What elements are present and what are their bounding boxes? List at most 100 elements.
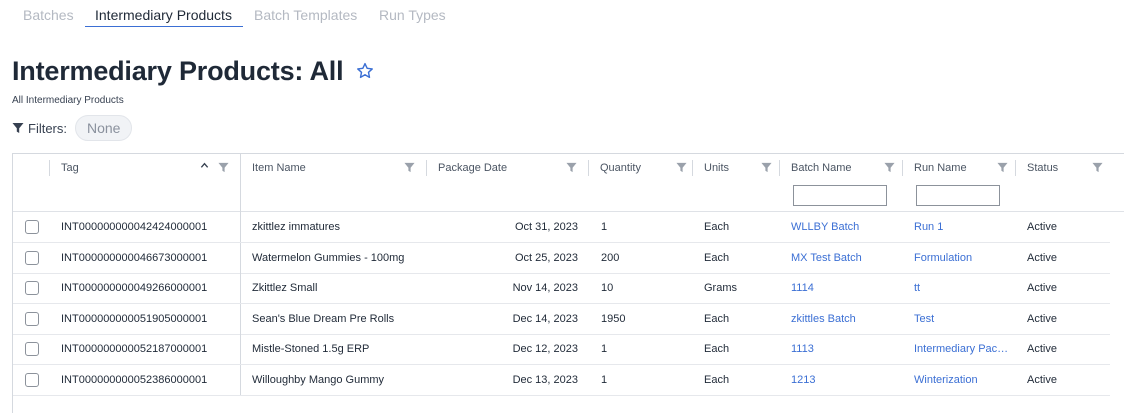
filter-chip[interactable]: None — [75, 115, 133, 141]
tab-run-types[interactable]: Run Types — [379, 7, 446, 23]
column-header-tag[interactable]: Tag — [50, 154, 240, 211]
column-header-package-date[interactable]: Package Date — [427, 154, 588, 211]
funnel-icon — [12, 123, 24, 133]
cell-package-date: Dec 12, 2023 — [512, 343, 578, 355]
column-filter-icon[interactable] — [676, 162, 687, 173]
cell-status: Active — [1027, 374, 1057, 386]
column-label-package-date: Package Date — [438, 162, 508, 174]
table-row[interactable]: INT000000000051905000001 Sean's Blue Dre… — [13, 304, 1110, 335]
column-header-quantity[interactable]: Quantity — [589, 154, 692, 211]
table-row[interactable]: INT000000000049266000001 Zkittlez Small … — [13, 273, 1110, 304]
tab-batch-templates[interactable]: Batch Templates — [254, 7, 357, 23]
column-header-units[interactable]: Units — [693, 154, 779, 211]
cell-units: Each — [704, 374, 730, 386]
column-filter-icon[interactable] — [566, 162, 577, 173]
filters-label: Filters: — [28, 120, 67, 136]
table-row[interactable]: INT000000000042424000001 zkittlez immatu… — [13, 212, 1110, 243]
cell-tag: INT000000000051905000001 — [61, 304, 241, 334]
cell-quantity: 10 — [601, 282, 614, 294]
cell-status: Active — [1027, 252, 1057, 264]
cell-quantity: 200 — [601, 252, 620, 264]
cell-run-name-link[interactable]: tt — [914, 273, 1010, 303]
column-filter-icon[interactable] — [884, 162, 895, 173]
cell-status: Active — [1027, 343, 1057, 355]
tab-batches[interactable]: Batches — [23, 7, 74, 23]
products-table: Tag Item Name Package Date Quantity Unit… — [12, 153, 1124, 413]
cell-tag: INT000000000052386000001 — [61, 365, 241, 395]
cell-tag: INT000000000049266000001 — [61, 273, 241, 303]
cell-item-name: Willoughby Mango Gummy — [252, 374, 385, 386]
cell-status: Active — [1027, 282, 1057, 294]
page-title: Intermediary Products: All — [12, 56, 344, 86]
cell-run-name-link[interactable]: Formulation — [914, 243, 1010, 273]
cell-units: Each — [704, 221, 730, 233]
cell-units: Each — [704, 343, 730, 355]
table-row[interactable]: INT000000000052187000001 Mistle-Stoned 1… — [13, 334, 1110, 365]
cell-quantity: 1950 — [601, 313, 626, 325]
cell-quantity: 1 — [601, 343, 608, 355]
column-filter-icon[interactable] — [761, 162, 772, 173]
filters-bar: Filters: None — [12, 115, 133, 141]
column-filter-icon[interactable] — [404, 162, 415, 173]
table-header: Tag Item Name Package Date Quantity Unit… — [13, 154, 1124, 212]
cell-package-date: Dec 13, 2023 — [512, 374, 578, 386]
row-checkbox[interactable] — [25, 281, 39, 295]
page-subtitle: All Intermediary Products — [12, 95, 124, 106]
cell-item-name: Zkittlez Small — [252, 282, 318, 294]
column-label-tag: Tag — [61, 162, 79, 174]
cell-quantity: 1 — [601, 221, 608, 233]
column-filter-icon[interactable] — [1092, 162, 1103, 173]
cell-run-name-link[interactable]: Intermediary Pack... — [914, 334, 1010, 364]
active-tab-indicator — [85, 26, 243, 27]
row-checkbox[interactable] — [25, 373, 39, 387]
cell-package-date: Oct 31, 2023 — [515, 221, 578, 233]
star-outline-icon[interactable] — [355, 61, 375, 81]
column-label-item-name: Item Name — [252, 162, 306, 174]
cell-units: Grams — [704, 282, 737, 294]
row-checkbox[interactable] — [25, 220, 39, 234]
column-filter-icon[interactable] — [997, 162, 1008, 173]
cell-units: Each — [704, 252, 730, 264]
sort-ascending-icon[interactable] — [200, 161, 209, 170]
cell-run-name-link[interactable]: Winterization — [914, 365, 1010, 395]
cell-item-name: Mistle-Stoned 1.5g ERP — [252, 343, 370, 355]
column-header-item-name[interactable]: Item Name — [241, 154, 426, 211]
cell-tag: INT000000000046673000001 — [61, 243, 241, 273]
cell-item-name: zkittlez immatures — [252, 221, 341, 233]
cell-package-date: Oct 25, 2023 — [515, 252, 578, 264]
cell-batch-name-link[interactable]: zkittles Batch — [791, 304, 899, 334]
cell-status: Active — [1027, 221, 1057, 233]
cell-package-date: Dec 14, 2023 — [512, 313, 578, 325]
column-filter-icon[interactable] — [218, 162, 229, 173]
column-header-status[interactable]: Status — [1016, 154, 1124, 211]
cell-batch-name-link[interactable]: MX Test Batch — [791, 243, 899, 273]
column-label-run-name: Run Name — [914, 162, 967, 174]
cell-run-name-link[interactable]: Run 1 — [914, 212, 1010, 242]
table-row[interactable]: INT000000000052386000001 Willoughby Mang… — [13, 365, 1110, 396]
row-checkbox[interactable] — [25, 251, 39, 265]
cell-batch-name-link[interactable]: WLLBY Batch — [791, 212, 899, 242]
column-label-status: Status — [1027, 162, 1059, 174]
cell-batch-name-link[interactable]: 1114 — [791, 273, 899, 303]
batch-name-filter-input[interactable] — [793, 185, 887, 206]
cell-batch-name-link[interactable]: 1113 — [791, 334, 899, 364]
cell-batch-name-link[interactable]: 1213 — [791, 365, 899, 395]
column-header-run-name[interactable]: Run Name — [903, 154, 1015, 211]
table-row[interactable]: INT000000000046673000001 Watermelon Gumm… — [13, 243, 1110, 274]
row-checkbox[interactable] — [25, 342, 39, 356]
cell-status: Active — [1027, 313, 1057, 325]
column-label-batch-name: Batch Name — [791, 162, 852, 174]
tab-bar: Batches Intermediary Products Batch Temp… — [0, 0, 1124, 30]
cell-run-name-link[interactable]: Test — [914, 304, 1010, 334]
column-label-quantity: Quantity — [600, 162, 641, 174]
run-name-filter-input[interactable] — [916, 185, 1000, 206]
row-checkbox[interactable] — [25, 312, 39, 326]
cell-tag: INT000000000042424000001 — [61, 212, 241, 242]
cell-package-date: Nov 14, 2023 — [512, 282, 578, 294]
cell-item-name: Watermelon Gummies - 100mg — [252, 252, 405, 264]
tab-intermediary-products[interactable]: Intermediary Products — [95, 7, 232, 23]
column-header-batch-name[interactable]: Batch Name — [780, 154, 902, 211]
cell-quantity: 1 — [601, 374, 608, 386]
column-label-units: Units — [704, 162, 730, 174]
cell-units: Each — [704, 313, 730, 325]
